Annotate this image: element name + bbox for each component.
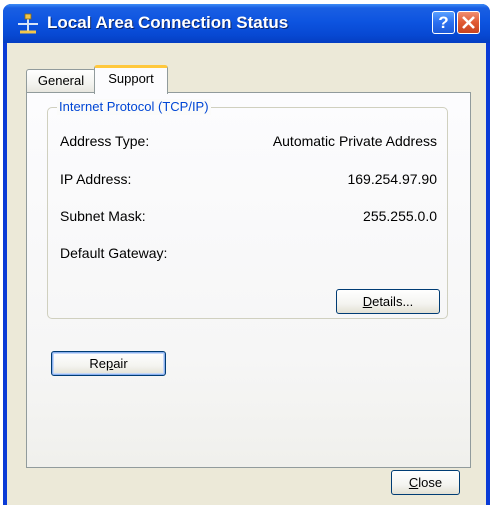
default-gateway-label: Default Gateway: <box>60 245 168 261</box>
close-button[interactable]: Close <box>391 470 460 495</box>
details-button[interactable]: Details... <box>336 289 440 314</box>
subnet-mask-value: 255.255.0.0 <box>363 208 437 224</box>
support-tab-panel: Internet Protocol (TCP/IP) Address Type:… <box>26 92 471 468</box>
address-type-value: Automatic Private Address <box>272 133 437 149</box>
title-close-button[interactable] <box>457 11 480 34</box>
subnet-mask-label: Subnet Mask: <box>60 208 146 224</box>
close-icon <box>462 16 475 29</box>
tab-support[interactable]: Support <box>94 65 168 94</box>
tab-support-label: Support <box>108 71 154 86</box>
dialog-body: General Support Internet Protocol (TCP/I… <box>7 43 486 505</box>
tcpip-groupbox: Internet Protocol (TCP/IP) Address Type:… <box>47 99 448 319</box>
repair-button[interactable]: Repair <box>51 351 166 376</box>
help-icon: ? <box>438 13 449 32</box>
address-type-label: Address Type: <box>60 133 150 149</box>
dialog-window: Local Area Connection Status ? General S… <box>3 4 490 505</box>
ip-address-label: IP Address: <box>60 171 132 187</box>
help-button[interactable]: ? <box>432 11 455 34</box>
title-bar[interactable]: Local Area Connection Status ? <box>3 4 490 43</box>
repair-label-end: air <box>113 356 128 371</box>
close-mnemonic: C <box>408 475 419 490</box>
details-label: etails... <box>372 294 414 309</box>
tab-general-label: General <box>37 73 85 88</box>
details-mnemonic: D <box>362 294 373 309</box>
close-label: lose <box>418 475 443 490</box>
repair-label-start: Re <box>89 356 106 371</box>
tab-general[interactable]: General <box>26 69 96 93</box>
groupbox-legend: Internet Protocol (TCP/IP) <box>57 99 211 115</box>
network-connection-icon <box>18 13 38 34</box>
ip-address-value: 169.254.97.90 <box>347 171 437 187</box>
window-title: Local Area Connection Status <box>47 13 289 32</box>
